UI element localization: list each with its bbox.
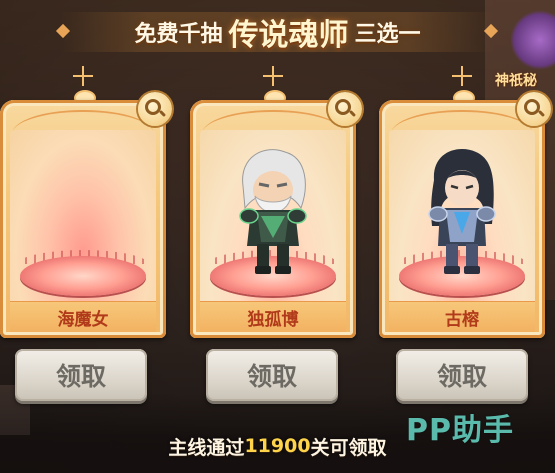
hero-name: 海魔女 [10,301,156,332]
card-top-sparkle-icon [452,66,472,86]
watermark: PP助手 [406,413,514,448]
hero-name: 古榕 [389,301,535,332]
title-highlight: 传说魂师 [228,18,349,53]
hero-card-1[interactable]: 海魔女 [0,66,172,338]
claim-button-3[interactable]: 领取 [396,349,528,401]
page-title: 免费千抽 传说魂师 三选一 [0,10,555,54]
requirement-suffix: 关可领取 [310,436,387,459]
magnifier-icon[interactable] [328,92,362,126]
hero-card-3[interactable]: 古榕 [379,66,551,338]
claim-button-1[interactable]: 领取 [15,349,147,401]
magnifier-icon[interactable] [138,92,172,126]
hero-portrait-old-man [239,149,307,274]
card-top-sparkle-icon [73,66,93,86]
event-portal-label: 神祇秘 [495,73,537,89]
hero-portrait-swordsman [428,149,496,274]
magnifier-icon[interactable] [517,92,551,126]
claim-button-2[interactable]: 领取 [206,349,338,401]
card-top-sparkle-icon [263,66,283,86]
hero-platform [20,256,146,296]
requirement-prefix: 主线通过 [168,436,245,459]
title-prefix: 免费千抽 [134,22,223,47]
requirement-stage: 11900 [244,435,311,457]
hero-name: 独孤博 [200,301,346,332]
hero-card-2[interactable]: 独孤博 [190,66,362,338]
title-suffix: 三选一 [354,22,421,47]
